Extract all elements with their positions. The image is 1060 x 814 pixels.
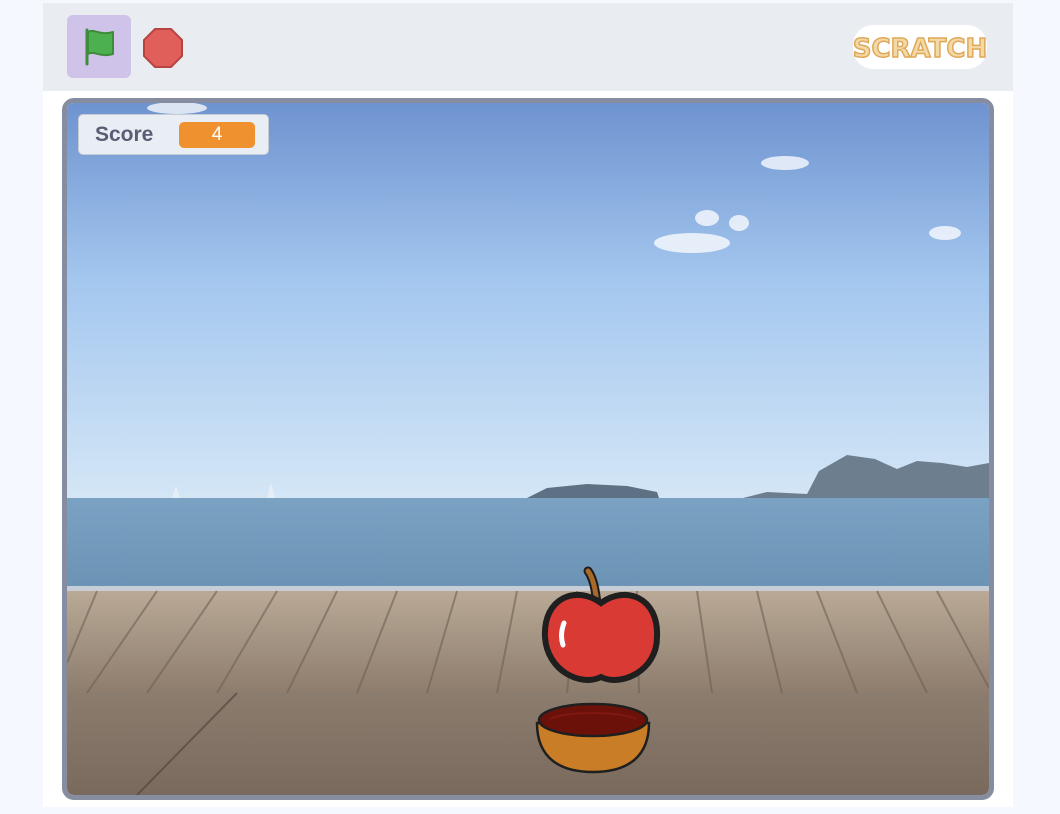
scratch-logo[interactable]: SCRATCH: [851, 22, 989, 72]
bowl-sprite[interactable]: [533, 701, 653, 775]
stage[interactable]: Score 4: [62, 98, 994, 800]
apple-sprite[interactable]: [537, 563, 667, 693]
score-monitor-label: Score: [95, 123, 154, 146]
scratch-logo-text: SCRATCH: [853, 34, 988, 64]
green-flag-icon: [85, 28, 114, 65]
green-flag-button[interactable]: [67, 15, 131, 78]
stop-sign-icon: [143, 28, 183, 68]
project-player: SCRATCH Score 4: [43, 3, 1013, 807]
stage-backdrop-boardwalk: [67, 103, 989, 795]
score-variable-monitor[interactable]: Score 4: [78, 114, 269, 155]
player-controls-bar: SCRATCH: [43, 3, 1013, 91]
stop-button[interactable]: [141, 26, 185, 70]
score-monitor-value: 4: [179, 122, 255, 148]
